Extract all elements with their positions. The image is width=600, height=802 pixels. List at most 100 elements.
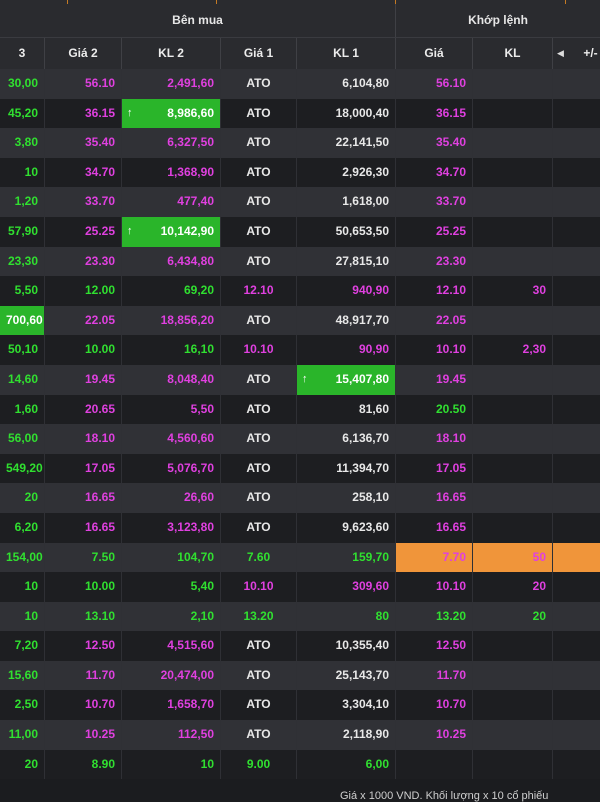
cell-value: 35.40 (435, 135, 466, 150)
cell-gia1: ATO (221, 690, 297, 721)
cell-gia: 16.65 (396, 483, 473, 513)
cell-gia1: ATO (221, 660, 297, 691)
col-header-gia[interactable]: Giá (396, 38, 473, 69)
cell-value: 81,60 (358, 401, 389, 416)
cell-gia2: 19.45 (45, 364, 122, 395)
cell-value: 90,90 (358, 342, 389, 357)
cell-value: 19.45 (435, 371, 466, 386)
cell-value: 5,40 (190, 579, 214, 594)
cell-value: 18,000,40 (335, 105, 389, 120)
table-row[interactable]: 6,20 16.65 3,123,80 ATO 9,623,60 16.65 1 (0, 512, 600, 543)
cell-gia1: ATO (221, 98, 297, 129)
cell-kl3: 5,50 (0, 276, 45, 306)
cell-gia2: 25.25 (45, 216, 122, 247)
table-row[interactable]: 10 13.10 2,10 13.20 80 13.20 20 0 (0, 601, 600, 632)
cell-kl1: 159,70 (297, 542, 396, 573)
table-row[interactable]: 57,90 25.25 ↑ 10,142,90 ATO 50,653,50 25.25 1 (0, 216, 600, 247)
cell-value: 8,048,40 (167, 371, 214, 386)
table-row[interactable]: 11,00 10.25 112,50 ATO 2,118,90 10.25 0 (0, 720, 600, 750)
cell-value: ATO (246, 194, 271, 209)
cell-value: 23,30 (7, 253, 38, 268)
cell-value: 25,143,70 (335, 667, 389, 682)
cell-value: 6,434,80 (167, 253, 214, 268)
cell-value: 7.60 (246, 549, 271, 564)
cell-gia2: 12.50 (45, 631, 122, 661)
cell-gia: 10.10 (396, 572, 473, 602)
table-row[interactable]: 14,60 19.45 8,048,40 ATO ↑ 15,407,80 19.45 1 (0, 364, 600, 395)
cell-gia2: 10.25 (45, 720, 122, 750)
cell-gia1: ATO (221, 305, 297, 336)
cell-value: 2,10 (190, 608, 214, 623)
cell-value: 700,60 (6, 312, 43, 327)
cell-gia: 22.05 (396, 305, 473, 336)
cell-value: 4,560,60 (167, 431, 214, 446)
cell-kl2: 5,50 (122, 394, 221, 425)
cell-kl2: 2,491,60 (122, 69, 221, 99)
table-row[interactable]: 45,20 36.15 ↑ 8,986,60 ATO 18,000,40 36.15 2 (0, 98, 600, 129)
table-row[interactable]: 15,60 11.70 20,474,00 ATO 25,143,70 11.70 0 (0, 660, 600, 691)
cell-value: ATO (246, 105, 271, 120)
cell-gia2: 22.05 (45, 305, 122, 336)
table-row[interactable]: 2,50 10.70 1,658,70 ATO 3,304,10 10.70 0 (0, 690, 600, 721)
col-header-kl[interactable]: KL (473, 38, 553, 69)
col-header-gia2[interactable]: Giá 2 (45, 38, 122, 69)
cell-value: ATO (246, 223, 271, 238)
col-header-change[interactable]: +/- (553, 38, 600, 69)
cell-kl3: 3,80 (0, 128, 45, 158)
table-row[interactable]: 56,00 18.10 4,560,60 ATO 6,136,70 18.10 1 (0, 424, 600, 454)
cell-value: 45,20 (7, 105, 38, 120)
col-header-kl1[interactable]: KL 1 (297, 38, 396, 69)
cell-value: 20.50 (435, 401, 466, 416)
cell-value: 50,10 (7, 342, 38, 357)
table-row[interactable]: 700,60 22.05 18,856,20 ATO 48,917,70 22.05 1 (0, 305, 600, 336)
col-header-kl3[interactable]: 3 (0, 38, 45, 69)
cell-kl1: 6,104,80 (297, 69, 396, 99)
table-row[interactable]: 50,10 10.00 16,10 10.10 90,90 10.10 2,30 1 (0, 335, 600, 365)
cell-kl2: 3,123,80 (122, 512, 221, 543)
table-row[interactable]: 10 34.70 1,368,90 ATO 2,926,30 34.70 2 (0, 157, 600, 188)
cell-value: 20 (24, 490, 38, 505)
cell-value: 10.10 (435, 342, 466, 357)
cell-value: 22.05 (84, 312, 115, 327)
cell-kl3: 57,90 (0, 216, 45, 247)
cell-value: 12.10 (243, 283, 274, 298)
price-board: Bên mua Khớp lệnh 3 Giá 2 KL 2 Giá 1 KL … (0, 0, 600, 802)
cell-value: 477,40 (177, 194, 214, 209)
cell-value: 5,50 (190, 401, 214, 416)
table-row[interactable]: 23,30 23.30 6,434,80 ATO 27,815,10 23.30 1 (0, 246, 600, 277)
table-row[interactable]: 20 16.65 26,60 ATO 258,10 16.65 1 (0, 483, 600, 513)
cell-value: 112,50 (177, 727, 214, 742)
table-row[interactable]: 10 10.00 5,40 10.10 309,60 10.10 20 0 (0, 572, 600, 602)
cell-kl3: 700,60 (0, 305, 45, 336)
table-row[interactable]: 20 8.90 10 9.00 6,00 (0, 749, 600, 780)
cell-gia1: ATO (221, 453, 297, 484)
column-header-row: 3 Giá 2 KL 2 Giá 1 KL 1 Giá KL ◀ +/- (0, 37, 600, 69)
cell-value: 10.70 (84, 697, 115, 712)
cell-value: 33.70 (84, 194, 115, 209)
cell-value: 69,20 (183, 283, 214, 298)
cell-gia2: 18.10 (45, 424, 122, 454)
cell-gia1: ATO (221, 512, 297, 543)
table-row[interactable]: 3,80 35.40 6,327,50 ATO 22,141,50 35.40 2 (0, 128, 600, 158)
table-row[interactable]: 1,20 33.70 477,40 ATO 1,618,00 33.70 2 (0, 187, 600, 217)
table-row[interactable]: 154,00 7.50 104,70 7.60 159,70 7.70 50 1 (0, 542, 600, 573)
cell-value: ATO (246, 253, 271, 268)
cell-kl3: 11,00 (0, 720, 45, 750)
cell-value: 1,618,00 (342, 194, 389, 209)
cell-value: 3,304,10 (342, 697, 389, 712)
cell-change: 0 (553, 661, 600, 691)
table-row[interactable]: 30,00 56.10 2,491,60 ATO 6,104,80 56.10 3 (0, 69, 600, 99)
table-row[interactable]: 549,20 17.05 5,076,70 ATO 11,394,70 17.05 1 (0, 453, 600, 484)
cell-kl (473, 69, 553, 99)
cell-kl3: 56,00 (0, 424, 45, 454)
col-header-kl2[interactable]: KL 2 (122, 38, 221, 69)
col-header-gia1[interactable]: Giá 1 (221, 38, 297, 69)
table-row[interactable]: 5,50 12.00 69,20 12.10 940,90 12.10 30 1 (0, 276, 600, 306)
cell-gia: 33.70 (396, 187, 473, 217)
cell-kl1: 9,623,60 (297, 512, 396, 543)
cell-value: 16.65 (435, 519, 466, 534)
table-row[interactable]: 1,60 20.65 5,50 ATO 81,60 20.50 1 (0, 394, 600, 425)
cell-gia2: 20.65 (45, 394, 122, 425)
cell-kl3: 6,20 (0, 512, 45, 543)
table-row[interactable]: 7,20 12.50 4,515,60 ATO 10,355,40 12.50 0 (0, 631, 600, 661)
